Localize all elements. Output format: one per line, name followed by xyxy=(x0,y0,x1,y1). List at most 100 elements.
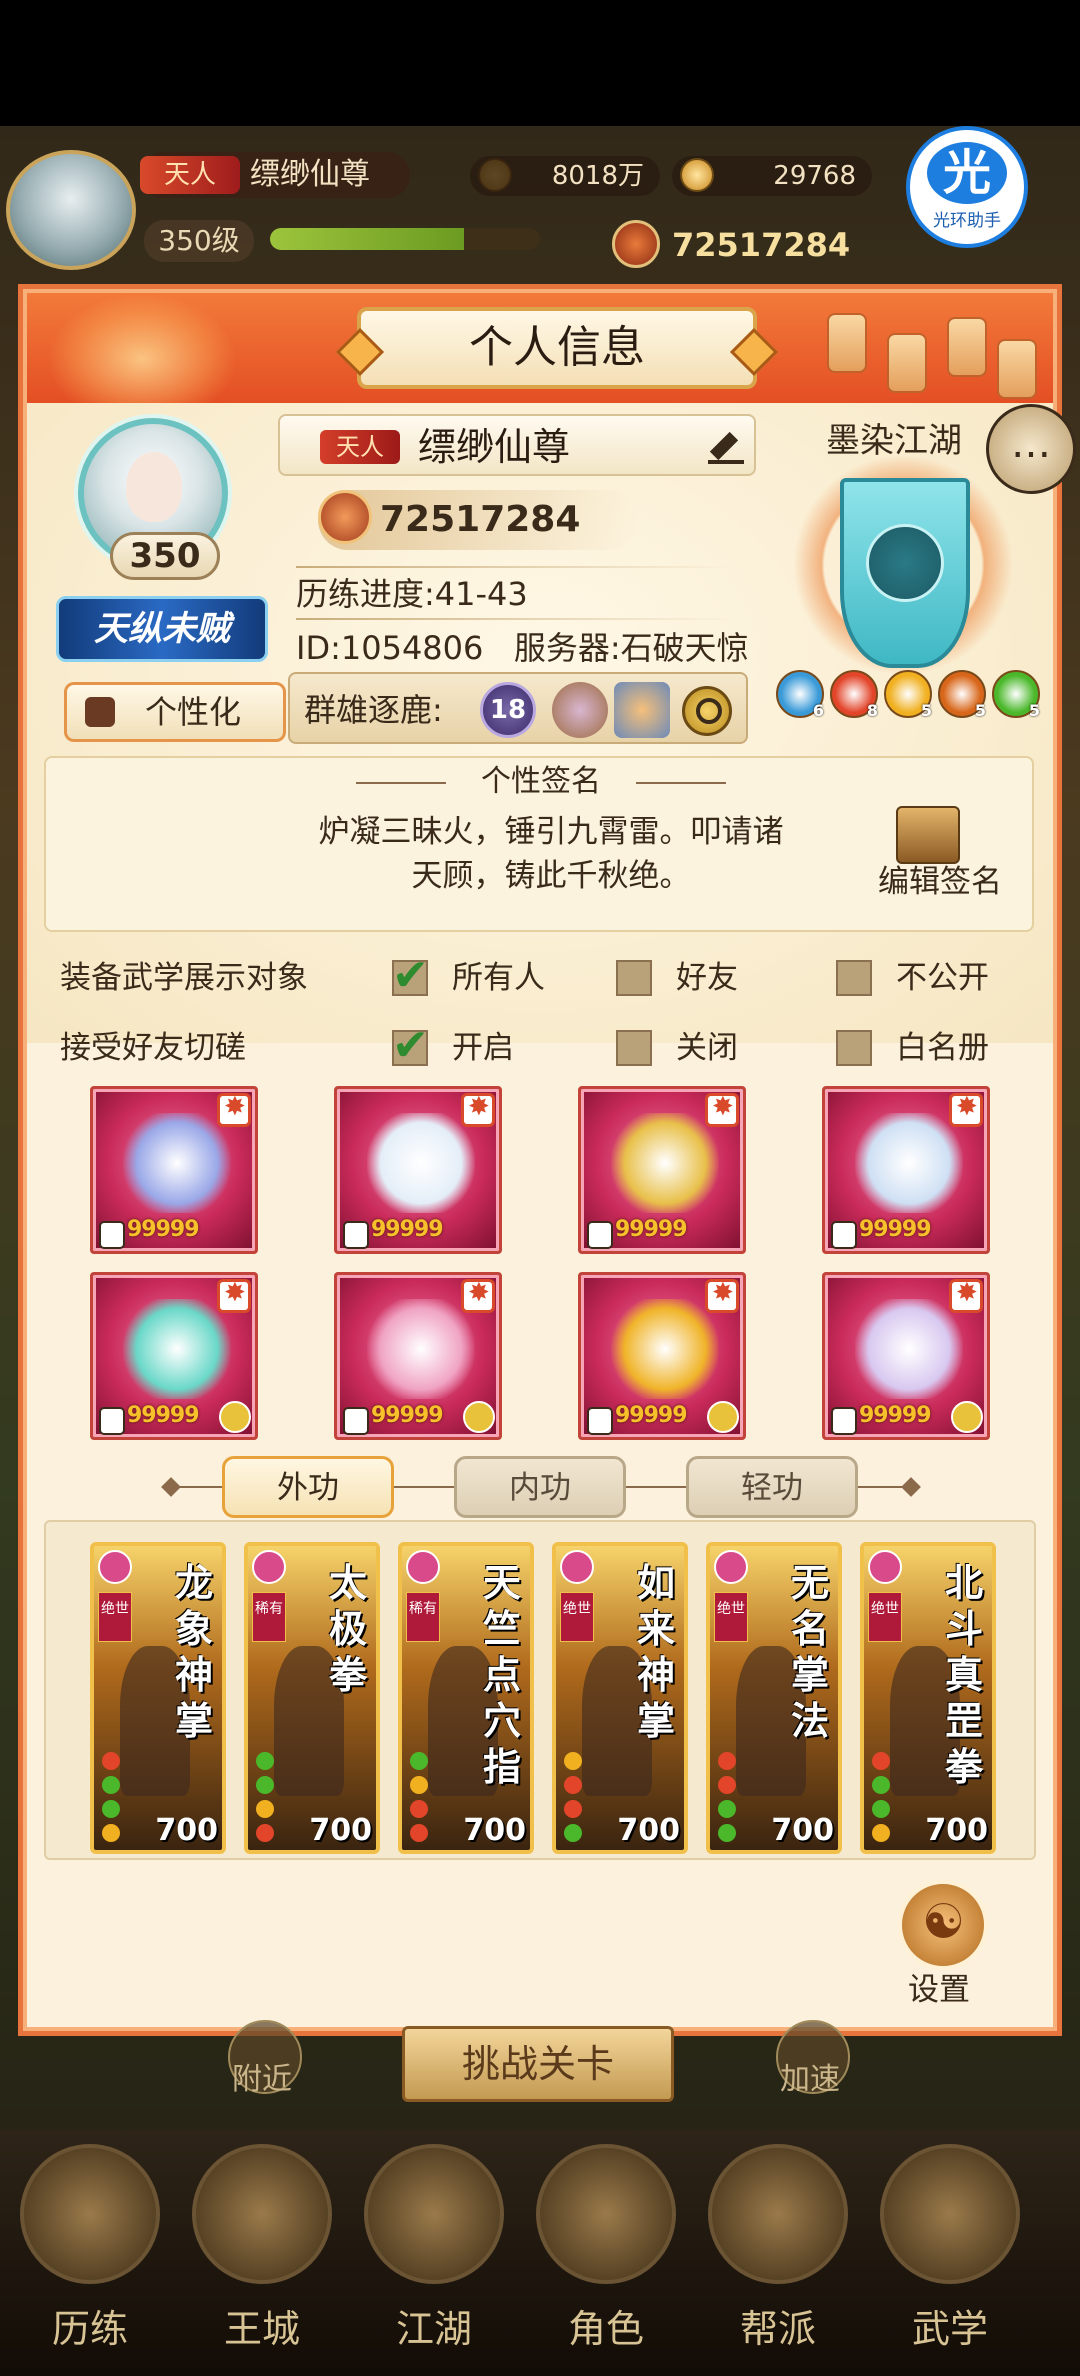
skill-name: 北斗真罡拳 xyxy=(944,1561,983,1789)
skill-grade: 绝世 xyxy=(868,1592,902,1642)
display-choice-label-0[interactable]: 所有人 xyxy=(452,956,545,1000)
skill-card[interactable]: 绝世 龙象神掌 700 xyxy=(90,1542,226,1854)
equipment-slot-silver-ring[interactable]: 99999 xyxy=(822,1272,990,1440)
spar-option-label: 接受好友切磋 xyxy=(60,1030,246,1066)
equipment-level: 99999 xyxy=(127,1403,200,1428)
title-badge[interactable]: 天纵未贼 xyxy=(56,596,268,662)
personalize-button[interactable]: 个性化 xyxy=(64,682,286,742)
ingot-icon xyxy=(680,158,714,192)
divider xyxy=(296,566,736,568)
equipment-slot-boots[interactable]: 99999 xyxy=(822,1086,990,1254)
name-box: 天人 缥缈仙尊 xyxy=(278,414,756,476)
display-checkbox-1[interactable] xyxy=(616,960,652,996)
skill-gem-icon[interactable]: 8 xyxy=(830,670,878,720)
lock-icon xyxy=(99,1221,125,1249)
speedup-label[interactable]: 加速 xyxy=(780,2060,840,2100)
gauntlet-icon xyxy=(123,1113,231,1213)
nav-label: 帮派 xyxy=(739,2307,816,2351)
skill-gem-dot xyxy=(564,1824,582,1842)
skill-gem-icon[interactable]: 5 xyxy=(938,670,986,720)
equipment-slot-belt[interactable]: 99999 xyxy=(578,1086,746,1254)
skill-gem-icon[interactable]: 5 xyxy=(884,670,932,720)
skill-grade: 绝世 xyxy=(98,1592,132,1642)
bottom-nav-item[interactable]: 王城 xyxy=(182,2144,332,2364)
skill-card[interactable]: 稀有 天竺点穴指 700 xyxy=(398,1542,534,1854)
helper-app-button[interactable]: 光 光环助手 xyxy=(906,126,1028,248)
skill-gem-icon[interactable]: 5 xyxy=(992,670,1040,720)
tab-1[interactable]: 内功 xyxy=(454,1456,626,1518)
crossed-swords-icon[interactable] xyxy=(614,682,670,738)
lock-icon xyxy=(343,1407,369,1435)
sect-banner[interactable] xyxy=(840,478,970,668)
bottom-nav-item[interactable]: 江湖 xyxy=(354,2144,504,2364)
helper-logo-icon: 光 xyxy=(927,142,1007,204)
display-checkbox-0[interactable] xyxy=(392,950,429,1001)
scroll-icon[interactable] xyxy=(896,806,960,864)
rank-badge: 天人 xyxy=(320,430,400,464)
lock-icon xyxy=(99,1407,125,1435)
spar-checkbox-1[interactable] xyxy=(616,1030,652,1066)
display-choice-label-1[interactable]: 好友 xyxy=(676,956,738,1000)
settings-icon[interactable] xyxy=(898,1880,988,1970)
bottom-nav-item[interactable]: 帮派 xyxy=(698,2144,848,2364)
spar-checkbox-0[interactable] xyxy=(392,1020,429,1071)
equipment-slot-lotus-staff[interactable]: 99999 xyxy=(334,1272,502,1440)
skill-gem-icon[interactable]: 6 xyxy=(776,670,824,720)
star-badge-icon xyxy=(705,1092,739,1127)
equipment-slot-gold-ring[interactable]: 99999 xyxy=(578,1272,746,1440)
search-icon[interactable] xyxy=(682,686,732,736)
settings-label[interactable]: 设置 xyxy=(908,1970,970,2010)
spar-choice-label-1[interactable]: 关闭 xyxy=(676,1026,738,1070)
skill-gem-dot xyxy=(718,1824,736,1842)
player-avatar[interactable] xyxy=(6,150,136,270)
tab-0[interactable]: 外功 xyxy=(222,1456,394,1518)
top-power-value: 72517284 xyxy=(672,226,851,264)
skill-gem-dot xyxy=(410,1800,428,1818)
cloud-emblem-icon xyxy=(866,524,944,602)
skill-gem-dot xyxy=(102,1752,120,1770)
equipment-slot-robe[interactable]: 99999 xyxy=(334,1086,502,1254)
skill-card[interactable]: 绝世 无名掌法 700 xyxy=(706,1542,842,1854)
equipment-level: 99999 xyxy=(371,1217,444,1242)
skill-gem-dot xyxy=(564,1800,582,1818)
gem-count: 5 xyxy=(920,701,932,720)
spar-choice-label-2[interactable]: 白名册 xyxy=(896,1026,989,1070)
lantern-icon xyxy=(887,333,927,393)
belt-icon xyxy=(611,1113,719,1213)
lock-icon xyxy=(831,1221,857,1249)
nearby-label[interactable]: 附近 xyxy=(232,2060,292,2100)
signature-line-2: 天顾，铸此千秋绝。 xyxy=(411,858,691,894)
display-checkbox-2[interactable] xyxy=(836,960,872,996)
signature-box: 个性签名 炉凝三昧火，锤引九霄雷。叩请诸 天顾，铸此千秋绝。 xyxy=(44,756,1034,932)
challenge-stage-button[interactable]: 挑战关卡 xyxy=(402,2026,674,2102)
lantern-icon xyxy=(947,317,987,377)
signature-text: 炉凝三昧火，锤引九霄雷。叩请诸 天顾，铸此千秋绝。 xyxy=(256,810,846,898)
equipment-level: 99999 xyxy=(615,1403,688,1428)
bottom-nav-item[interactable]: 武学 xyxy=(870,2144,1020,2364)
nav-label: 历练 xyxy=(51,2307,128,2351)
equipment-slot-gauntlet[interactable]: 99999 xyxy=(90,1086,258,1254)
weapon-emblem-icon[interactable] xyxy=(552,682,608,738)
skill-card[interactable]: 绝世 北斗真罡拳 700 xyxy=(860,1542,996,1854)
skill-gem-dot xyxy=(102,1824,120,1842)
id-server-text: ID:1054806 服务器:石破天惊 xyxy=(296,629,749,667)
skill-card[interactable]: 稀有 太极拳 700 xyxy=(244,1542,380,1854)
chat-bubble-icon[interactable] xyxy=(986,404,1076,494)
equipment-slot-necklace[interactable]: 99999 xyxy=(90,1272,258,1440)
player-level: 350级 xyxy=(144,220,254,262)
power-icon xyxy=(612,220,660,268)
qunxiong-rank-icon[interactable]: 18 xyxy=(480,682,536,738)
skill-gem-dot xyxy=(102,1800,120,1818)
spar-choice-label-0[interactable]: 开启 xyxy=(452,1026,514,1070)
display-choice-label-2[interactable]: 不公开 xyxy=(896,956,989,1000)
spar-checkbox-2[interactable] xyxy=(836,1030,872,1066)
edit-name-icon[interactable] xyxy=(708,432,744,464)
bottom-nav-item[interactable]: 历练 xyxy=(10,2144,160,2364)
edit-signature-button[interactable]: 编辑签名 xyxy=(878,862,1002,902)
skill-gem-dot xyxy=(718,1752,736,1770)
bottom-nav-item[interactable]: 角色 xyxy=(526,2144,676,2364)
skill-card[interactable]: 绝世 如来神掌 700 xyxy=(552,1542,688,1854)
tab-2[interactable]: 轻功 xyxy=(686,1456,858,1518)
xp-fill xyxy=(270,228,465,250)
coin-count: 8018万 xyxy=(470,156,660,196)
